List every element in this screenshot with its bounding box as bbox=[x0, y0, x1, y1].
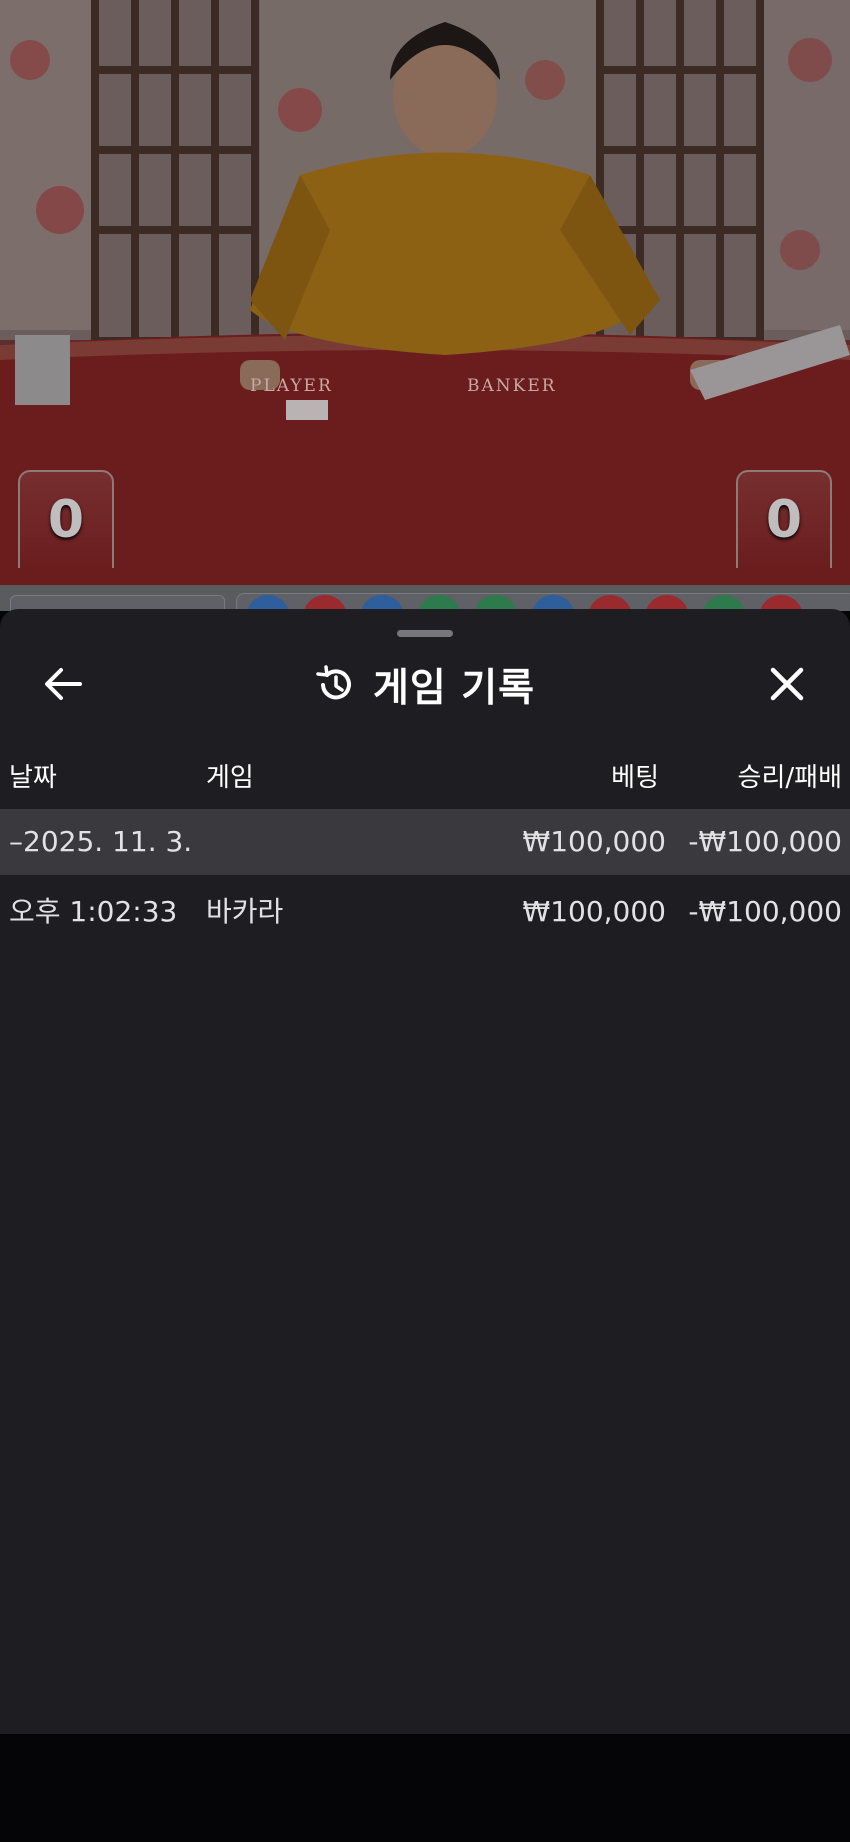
history-bet: ₩100,000 bbox=[522, 895, 666, 928]
banker-score: 0 bbox=[765, 490, 803, 550]
column-header-date: 날짜 bbox=[9, 763, 57, 793]
close-button[interactable] bbox=[758, 655, 816, 713]
player-area-label: PLAYER bbox=[250, 376, 333, 396]
history-result: -₩100,000 bbox=[688, 895, 842, 928]
sheet-header: 게임 기록 bbox=[0, 657, 850, 713]
close-icon bbox=[770, 667, 804, 701]
column-header-result: 승리/패배 bbox=[737, 763, 842, 793]
system-bottom-bar bbox=[0, 1734, 850, 1842]
live-video-stream: PLAYER BANKER 0 0 bbox=[0, 0, 850, 585]
banker-score-box: 0 bbox=[736, 470, 832, 568]
sheet-drag-handle[interactable] bbox=[397, 630, 453, 637]
column-header-game: 게임 bbox=[206, 763, 254, 793]
date-group-date: –2025. 11. 3. bbox=[9, 825, 193, 858]
date-group-row[interactable]: –2025. 11. 3. ₩100,000 -₩100,000 bbox=[0, 809, 850, 875]
game-history-sheet: 게임 기록 날짜 게임 베팅 승리/패배 –2025. 11. 3. ₩100,… bbox=[0, 609, 850, 1734]
history-icon bbox=[316, 665, 351, 700]
history-time: 오후 1:02:33 bbox=[9, 895, 178, 928]
date-group-bet-total: ₩100,000 bbox=[522, 825, 666, 858]
scoreboard-road-strip bbox=[0, 585, 850, 611]
player-score: 0 bbox=[47, 490, 85, 550]
sheet-title: 게임 기록 bbox=[372, 666, 536, 711]
date-group-result-total: -₩100,000 bbox=[688, 825, 842, 858]
banker-area-label: BANKER bbox=[467, 376, 557, 396]
player-score-box: 0 bbox=[18, 470, 114, 568]
history-row[interactable]: 오후 1:02:33 바카라 ₩100,000 -₩100,000 bbox=[0, 879, 850, 945]
column-header-bet: 베팅 bbox=[611, 763, 659, 793]
history-game: 바카라 bbox=[206, 895, 284, 928]
dealer-scene bbox=[0, 0, 850, 585]
